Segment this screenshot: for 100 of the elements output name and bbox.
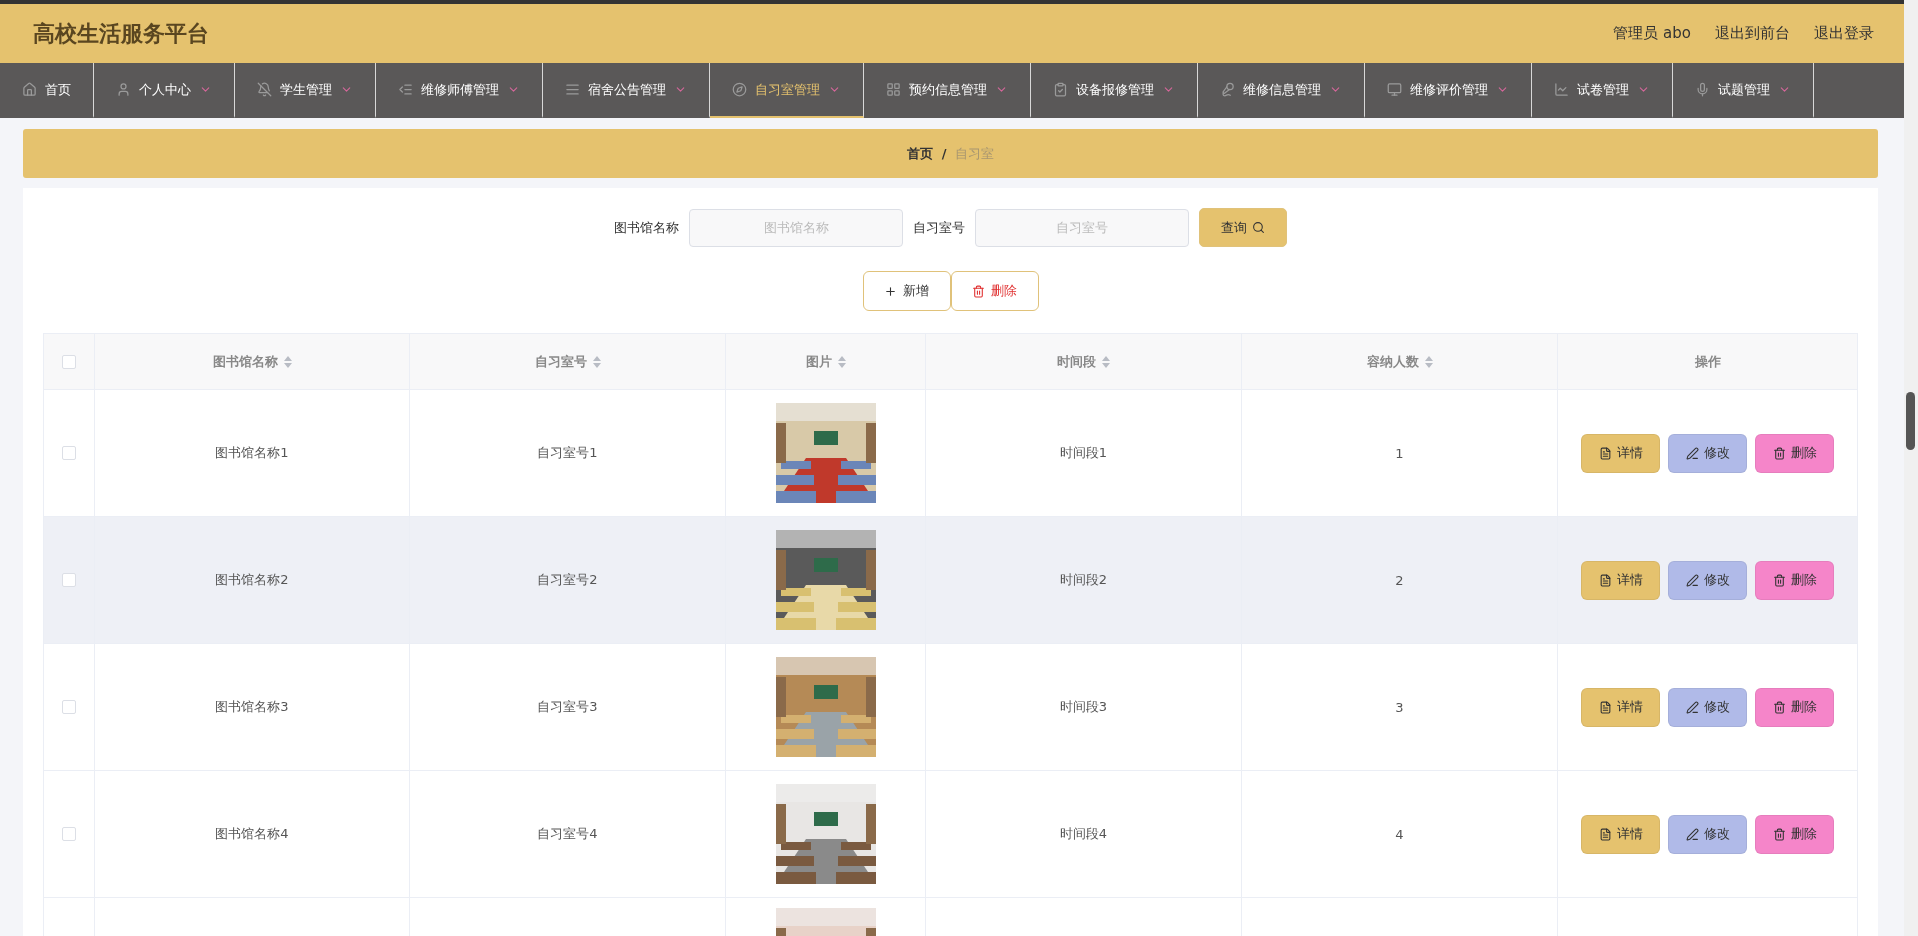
header-link[interactable]: 管理员 abo bbox=[1613, 24, 1691, 43]
nav-item[interactable]: 预约信息管理 bbox=[864, 63, 1031, 118]
breadcrumb-link[interactable]: 首页 bbox=[906, 144, 933, 163]
nav-item[interactable]: 个人中心 bbox=[94, 63, 235, 118]
document-icon bbox=[1598, 573, 1612, 587]
row-action-button[interactable]: 删除 bbox=[1755, 433, 1834, 473]
table-cell: 自习室号2 bbox=[537, 571, 598, 589]
nav-item[interactable]: 首页 bbox=[0, 63, 94, 118]
nav-label: 试卷管理 bbox=[1577, 80, 1629, 99]
table-cell: 2 bbox=[1395, 572, 1404, 588]
compass-icon bbox=[732, 82, 747, 97]
nav-item[interactable]: 维修评价管理 bbox=[1365, 63, 1532, 118]
row-action-button[interactable]: 详情 bbox=[1581, 687, 1660, 727]
table-cell: 时间段3 bbox=[1059, 698, 1108, 716]
row-action-button[interactable]: 删除 bbox=[1755, 687, 1834, 727]
table-cell: 4 bbox=[1395, 826, 1404, 842]
header-link[interactable]: 退出到前台 bbox=[1715, 24, 1790, 43]
sort-icon[interactable] bbox=[837, 355, 846, 368]
document-icon bbox=[1598, 700, 1612, 714]
header-link[interactable]: 退出登录 bbox=[1814, 24, 1874, 43]
nav-item[interactable]: 宿舍公告管理 bbox=[543, 63, 710, 118]
row-action-button[interactable]: 详情 bbox=[1581, 433, 1660, 473]
scrollbar[interactable] bbox=[1904, 0, 1918, 936]
nav-label: 学生管理 bbox=[280, 80, 332, 99]
table-cell: 图书馆名称4 bbox=[215, 825, 289, 843]
table-cell: 时间段4 bbox=[1059, 825, 1108, 843]
table-cell: 图书馆名称1 bbox=[215, 444, 289, 462]
nav-label: 试题管理 bbox=[1718, 80, 1770, 99]
home-icon bbox=[22, 82, 37, 97]
row-action-button[interactable]: 修改 bbox=[1668, 687, 1747, 727]
table-cell: 1 bbox=[1395, 445, 1404, 461]
add-button[interactable]: 新增 bbox=[862, 271, 951, 311]
checkbox[interactable] bbox=[62, 573, 76, 587]
nav-label: 个人中心 bbox=[139, 80, 191, 99]
table-cell: 图书馆名称3 bbox=[215, 698, 289, 716]
pen-icon bbox=[1685, 700, 1699, 714]
checkbox[interactable] bbox=[62, 354, 76, 369]
table-cell: 时间段2 bbox=[1059, 571, 1108, 589]
nav-label: 设备报修管理 bbox=[1076, 80, 1154, 99]
clipboard-icon bbox=[1053, 82, 1068, 97]
nav-item[interactable]: 学生管理 bbox=[235, 63, 376, 118]
microphone-icon bbox=[1220, 82, 1235, 97]
nav-item[interactable]: 试题管理 bbox=[1673, 63, 1814, 118]
breadcrumb-current: 自习室 bbox=[955, 144, 995, 163]
checkbox[interactable] bbox=[62, 827, 76, 841]
row-action-button[interactable]: 修改 bbox=[1668, 560, 1747, 600]
table-cell: 自习室号1 bbox=[537, 444, 598, 462]
site-title: 高校生活服务平台 bbox=[33, 19, 209, 48]
plus-icon bbox=[884, 284, 897, 298]
nav-label: 维修师傅管理 bbox=[421, 80, 499, 99]
sort-icon[interactable] bbox=[1102, 355, 1110, 368]
pen-icon bbox=[1685, 827, 1699, 841]
checkbox[interactable] bbox=[62, 446, 76, 460]
list-icon bbox=[565, 82, 580, 97]
nav-item[interactable]: 维修信息管理 bbox=[1198, 63, 1365, 118]
sort-icon[interactable] bbox=[1424, 355, 1433, 368]
monitor-icon bbox=[1387, 82, 1402, 97]
nav-item[interactable]: 试卷管理 bbox=[1532, 63, 1673, 118]
row-action-button[interactable]: 详情 bbox=[1581, 814, 1660, 854]
trash-icon bbox=[972, 284, 985, 298]
column-header: 图片 bbox=[805, 352, 832, 371]
microphone-icon bbox=[1695, 82, 1710, 97]
nav-item[interactable]: 维修师傅管理 bbox=[376, 63, 543, 118]
column-header: 时间段 bbox=[1057, 352, 1096, 371]
sort-icon[interactable] bbox=[283, 355, 292, 368]
column-header: 自习室号 bbox=[534, 352, 587, 371]
row-action-button[interactable]: 删除 bbox=[1755, 814, 1834, 854]
nav-label: 维修评价管理 bbox=[1410, 80, 1488, 99]
search-icon bbox=[1252, 221, 1265, 234]
nav-label: 首页 bbox=[45, 80, 71, 99]
breadcrumb-separator: / bbox=[941, 146, 947, 161]
delete-button[interactable]: 删除 bbox=[950, 271, 1039, 311]
query-button[interactable]: 查询 bbox=[1199, 208, 1287, 247]
row-action-button[interactable]: 修改 bbox=[1668, 433, 1747, 473]
table-cell: 图书馆名称2 bbox=[215, 571, 289, 589]
nav-label: 自习室管理 bbox=[755, 80, 820, 99]
row-action-button[interactable]: 修改 bbox=[1668, 814, 1747, 854]
table-cell: 自习室号4 bbox=[537, 825, 598, 843]
sort-icon[interactable] bbox=[592, 355, 601, 368]
chart-icon bbox=[1554, 82, 1569, 97]
column-header: 操作 bbox=[1694, 352, 1721, 371]
search-field[interactable]: 图书馆名称 bbox=[689, 208, 903, 247]
field-label: 图书馆名称 bbox=[614, 218, 679, 237]
row-action-button[interactable]: 详情 bbox=[1581, 560, 1660, 600]
document-icon bbox=[1598, 446, 1612, 460]
nav-label: 维修信息管理 bbox=[1243, 80, 1321, 99]
row-action-button[interactable]: 删除 bbox=[1755, 560, 1834, 600]
column-header: 容纳人数 bbox=[1366, 352, 1419, 371]
trash-icon bbox=[1772, 446, 1786, 460]
bell-off-icon bbox=[257, 82, 272, 97]
pen-icon bbox=[1685, 446, 1699, 460]
field-label: 自习室号 bbox=[913, 218, 965, 237]
list-icon bbox=[398, 82, 413, 97]
search-field[interactable]: 自习室号 bbox=[975, 208, 1189, 247]
table-cell: 时间段1 bbox=[1059, 444, 1108, 462]
table-cell: 3 bbox=[1395, 699, 1404, 715]
scrollbar-thumb[interactable] bbox=[1906, 392, 1915, 450]
nav-item[interactable]: 自习室管理 bbox=[710, 63, 864, 118]
checkbox[interactable] bbox=[62, 700, 76, 714]
nav-item[interactable]: 设备报修管理 bbox=[1031, 63, 1198, 118]
